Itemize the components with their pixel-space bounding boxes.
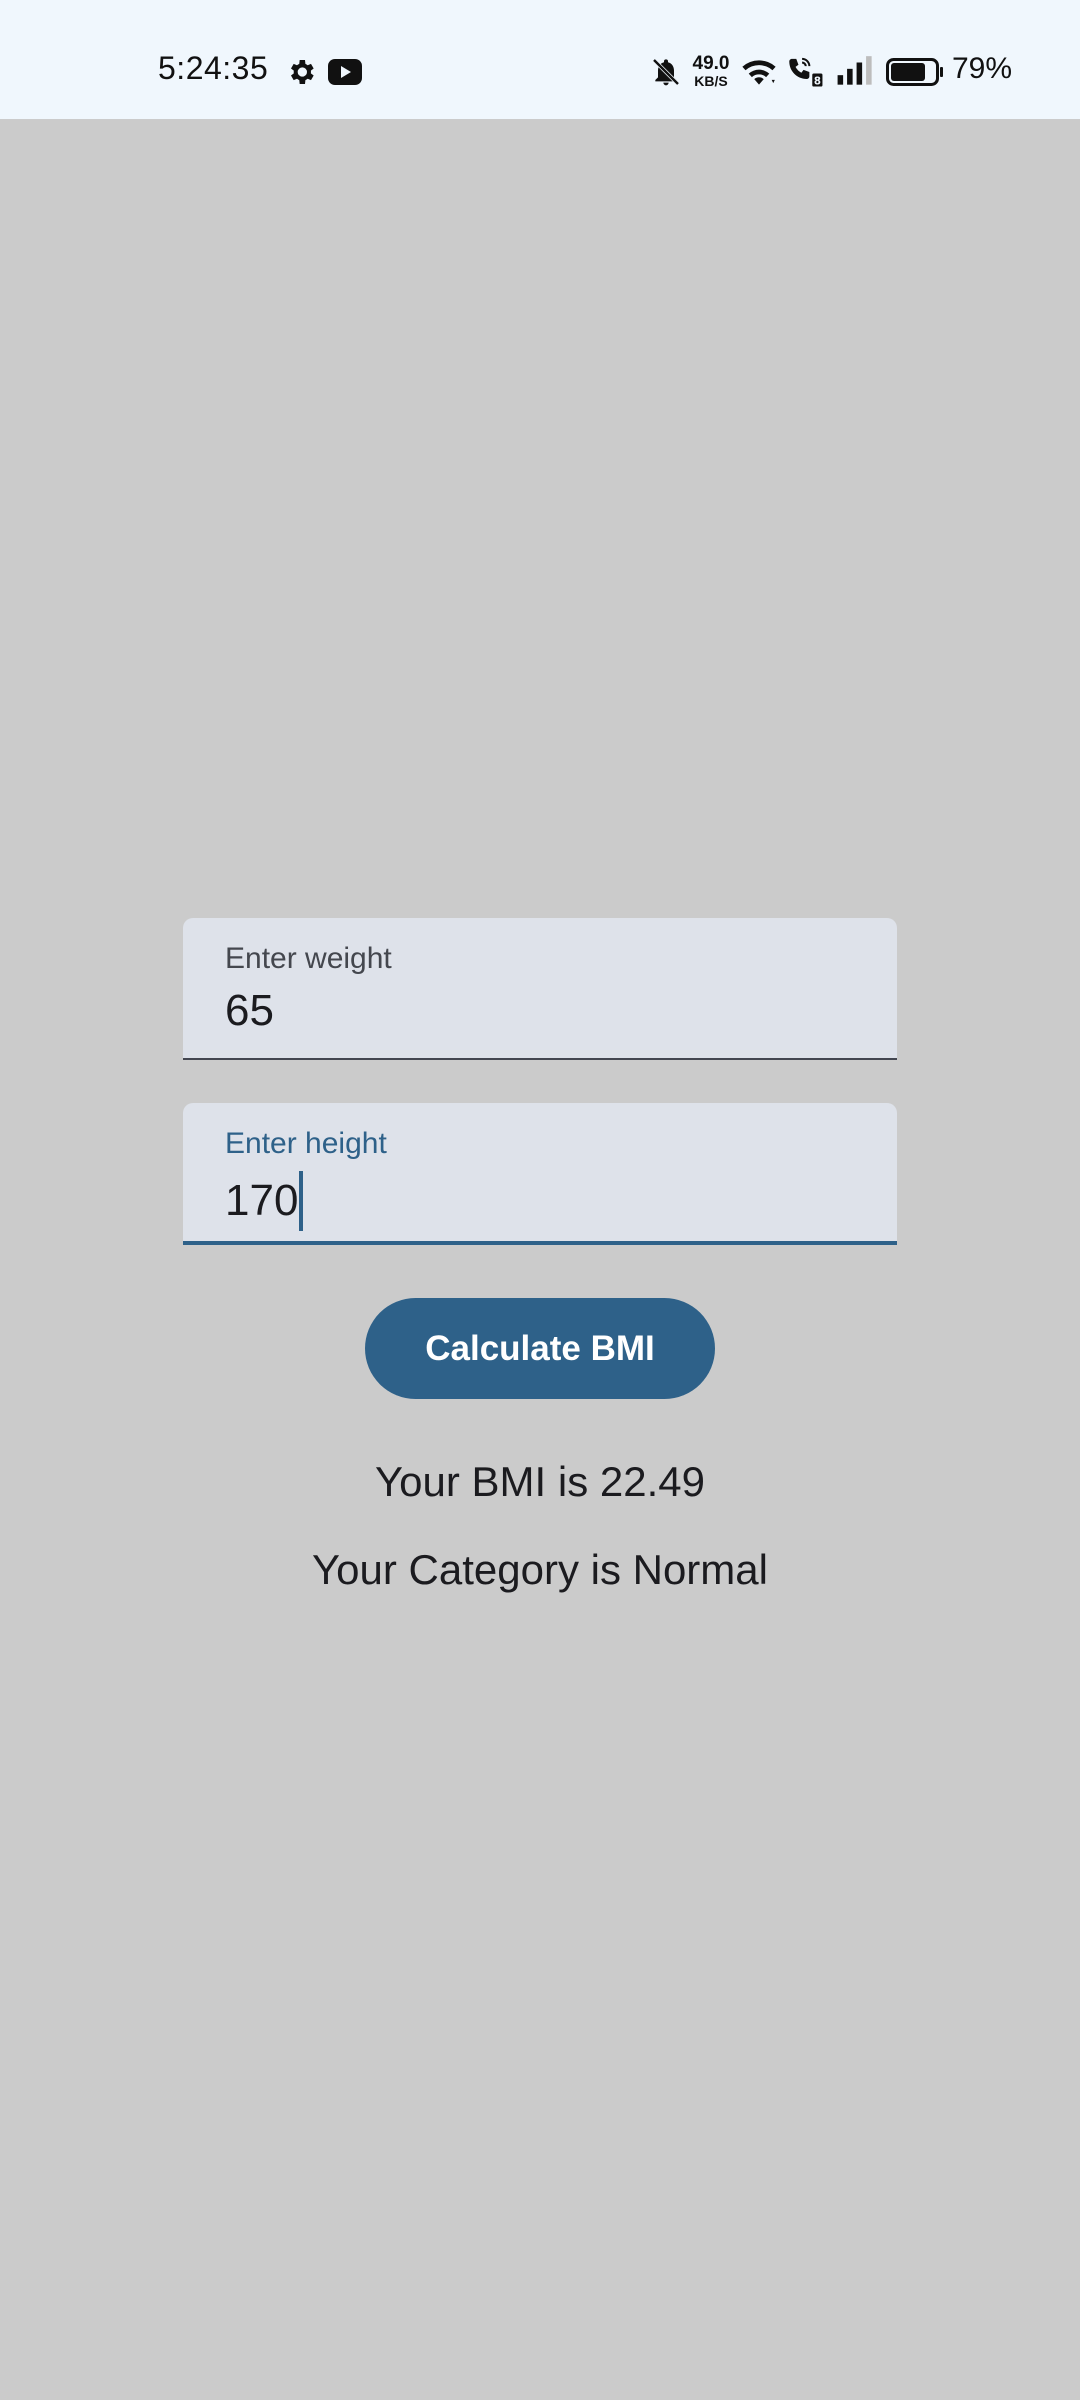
weight-field-label: Enter weight bbox=[225, 942, 392, 975]
text-cursor bbox=[299, 1171, 304, 1231]
wifi-calling-icon: 8 bbox=[789, 57, 823, 87]
height-field-label: Enter height bbox=[225, 1127, 387, 1160]
bmi-category-text: Your Category is Normal bbox=[312, 1546, 768, 1593]
settings-icon bbox=[291, 60, 314, 84]
battery-percent: 79% bbox=[952, 52, 1013, 85]
weight-field[interactable]: Enter weight 65 bbox=[183, 918, 897, 1060]
status-time: 5:24:35 bbox=[158, 50, 269, 86]
bmi-result-text: Your BMI is 22.49 bbox=[375, 1458, 705, 1505]
height-field[interactable]: Enter height 170 bbox=[183, 1103, 897, 1245]
signal-icon bbox=[837, 56, 872, 85]
height-input-value: 170 bbox=[225, 1176, 299, 1225]
svg-text:8: 8 bbox=[814, 76, 821, 87]
battery-icon bbox=[886, 58, 943, 86]
network-speed: 49.0 KB/S bbox=[690, 54, 732, 88]
network-speed-unit: KB/S bbox=[694, 73, 728, 89]
network-speed-value: 49.0 bbox=[692, 53, 730, 74]
wifi-icon bbox=[742, 60, 776, 85]
status-bar: 5:24:35 49.0 KB/S 8 79% bbox=[0, 0, 1080, 119]
bell-off-icon bbox=[652, 58, 680, 86]
weight-input[interactable]: 65 bbox=[225, 986, 274, 1036]
height-input[interactable]: 170 bbox=[225, 1171, 304, 1231]
calculate-bmi-button[interactable]: Calculate BMI bbox=[365, 1298, 715, 1399]
youtube-icon bbox=[328, 59, 362, 85]
weight-input-value: 65 bbox=[225, 986, 274, 1035]
